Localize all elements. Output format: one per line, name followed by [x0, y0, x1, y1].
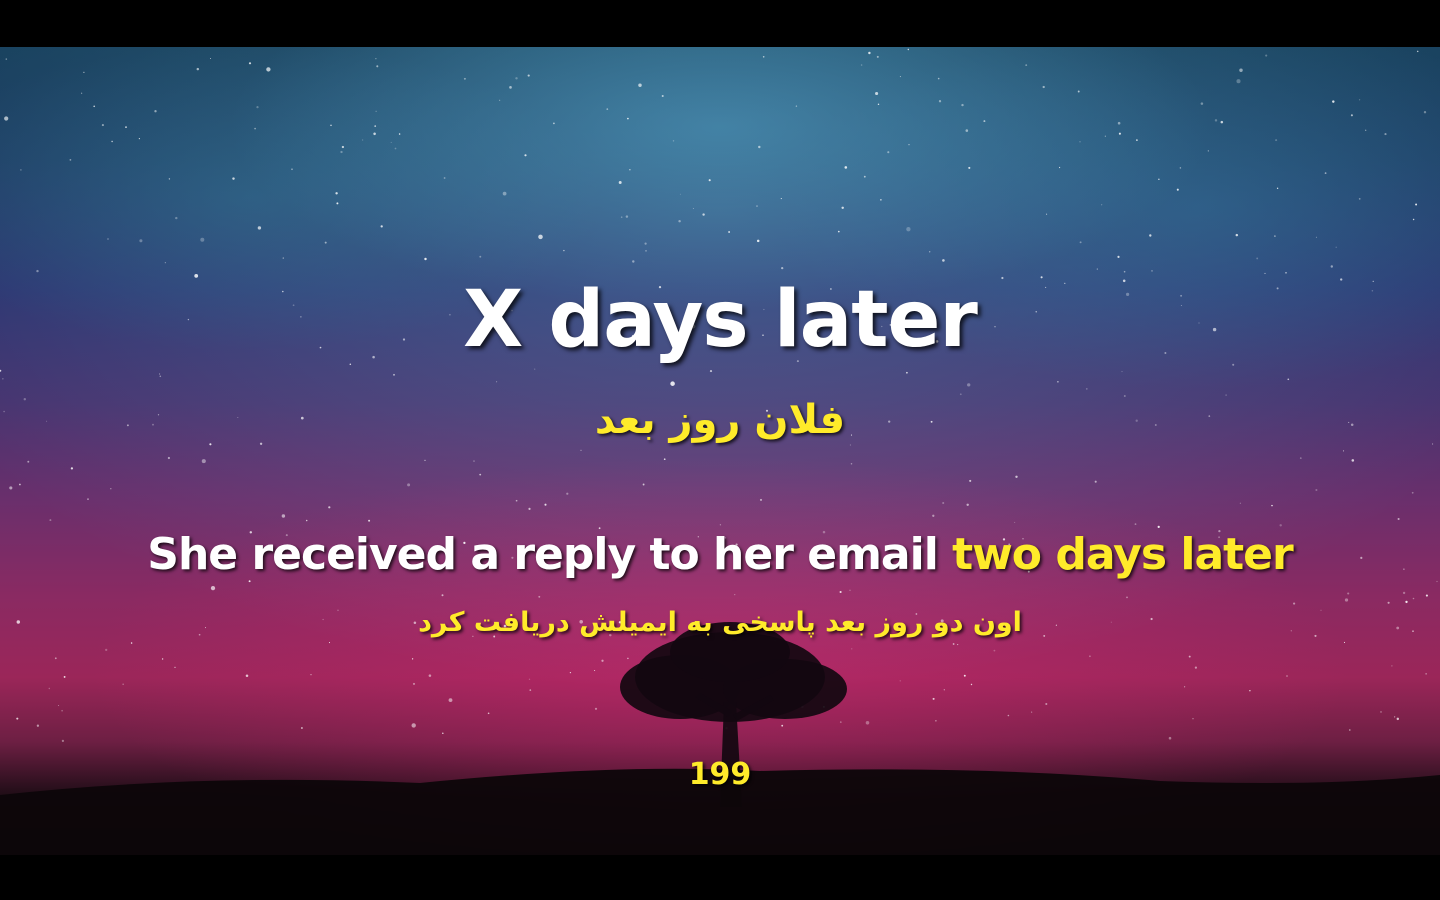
example-sentence-translation: اون دو روز بعد پاسخی به ایمیلش دریافت کر…: [418, 607, 1022, 638]
example-sentence-highlight: two days later: [952, 529, 1294, 580]
slide-background: X days later فلان روز بعد She received a…: [0, 47, 1440, 855]
slide-title-translation: فلان روز بعد: [594, 397, 846, 443]
example-sentence-main: She received a reply to her email: [147, 529, 953, 580]
video-frame: X days later فلان روز بعد She received a…: [0, 0, 1440, 900]
example-sentence: She received a reply to her email two da…: [0, 529, 1440, 580]
slide-number: 199: [688, 757, 752, 792]
slide-title: X days later: [463, 275, 978, 365]
ground-silhouette: [0, 768, 1440, 855]
